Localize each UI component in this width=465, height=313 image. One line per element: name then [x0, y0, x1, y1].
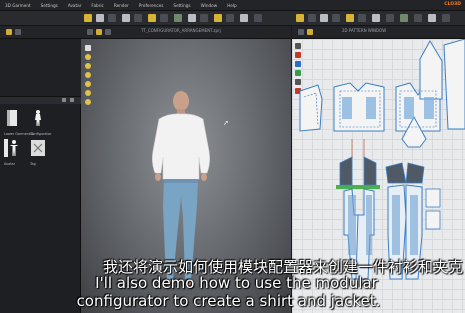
rectangle-tool-icon[interactable]	[320, 14, 328, 22]
move-tool-icon[interactable]	[96, 14, 104, 22]
layer-icon[interactable]	[298, 29, 304, 35]
avatar-icon	[4, 139, 18, 157]
menu-item-render[interactable]: Render	[112, 3, 135, 8]
avatar-icon	[35, 110, 41, 126]
display-icon[interactable]	[307, 29, 313, 35]
close-icon[interactable]	[70, 98, 74, 102]
transform-tool-icon[interactable]	[108, 14, 116, 22]
view-icon[interactable]	[240, 14, 248, 22]
library-item-label: Configurator	[30, 132, 52, 136]
menu-item-fabric[interactable]: Fabric	[89, 3, 109, 8]
render-icon[interactable]	[226, 14, 234, 22]
library-header	[0, 26, 81, 39]
snapshot-icon[interactable]	[200, 14, 208, 22]
arrange-icon[interactable]	[134, 14, 142, 22]
ellipse-tool-icon[interactable]	[332, 14, 340, 22]
viewport2d-tools	[298, 29, 313, 35]
mouse-cursor-icon: ➚	[223, 119, 229, 127]
select-tool-icon[interactable]	[84, 14, 92, 22]
list-view-icon[interactable]	[62, 98, 66, 102]
collar-piece	[419, 40, 443, 100]
display-light-icon[interactable]	[85, 90, 91, 96]
subtitle-overlay: 我还将演示如何使用模块配置器来创建一件衬衫和夹克 I'll also demo …	[0, 256, 465, 313]
display-texture-icon[interactable]	[85, 63, 91, 69]
trace-tool-icon[interactable]	[400, 14, 408, 22]
garment-icon	[7, 110, 17, 126]
simulate-icon[interactable]	[122, 14, 130, 22]
sleeve-piece	[299, 84, 323, 132]
display-stress-icon[interactable]	[85, 81, 91, 87]
pattern-select-icon[interactable]	[296, 14, 304, 22]
library-folder-area	[0, 39, 81, 97]
library-item-label: Avatar	[4, 162, 16, 166]
menu-item-garment[interactable]: 3D Garment	[3, 3, 37, 8]
display-ground-icon[interactable]	[85, 99, 91, 105]
zoom-tool-icon[interactable]	[442, 14, 450, 22]
sewing-tool-icon[interactable]	[346, 14, 354, 22]
view-mode-icon[interactable]	[96, 29, 102, 35]
menu-item-preferences[interactable]: Preferences	[137, 3, 170, 8]
menu-item-settings[interactable]: Settings	[39, 3, 64, 8]
viewport3d-tools	[87, 29, 111, 35]
side-piece	[443, 39, 465, 130]
tag-icon	[31, 140, 45, 156]
viewport2d-header: 2D PATTERN WINDOW	[292, 26, 465, 39]
menu-item-avatar[interactable]: Avatar	[66, 3, 88, 8]
history-icon[interactable]	[87, 29, 93, 35]
viewport3d-title: TT_CONFIGURATOR_ARRANGEMENT.zprj	[141, 28, 221, 33]
library-item-configurator[interactable]: Configurator	[30, 109, 51, 136]
display-avatar-icon[interactable]	[85, 45, 91, 51]
menu-item-help[interactable]: Help	[225, 3, 243, 8]
camera-icon[interactable]	[105, 29, 111, 35]
measure-tool-icon[interactable]	[188, 14, 196, 22]
grade-tool-icon[interactable]	[414, 14, 422, 22]
viewport3d-header: TT_CONFIGURATOR_ARRANGEMENT.zprj	[81, 26, 291, 39]
fold-tool-icon[interactable]	[160, 14, 168, 22]
seam-tool-icon[interactable]	[372, 14, 380, 22]
subtitle-english-line-1: I'll also demo how to use the modular	[95, 274, 378, 292]
library-subheader	[0, 97, 81, 104]
brand-logo: CLO3D	[444, 2, 461, 7]
fabric-tool-icon[interactable]	[174, 14, 182, 22]
menu-item-settings-2[interactable]: Settings	[171, 3, 196, 8]
library-item-label: Tag	[30, 162, 36, 166]
symmetry-tool-icon[interactable]	[428, 14, 436, 22]
menu-item-window[interactable]: Window	[199, 3, 224, 8]
folder-icon[interactable]	[6, 29, 12, 35]
library-tools	[6, 29, 21, 35]
polygon-tool-icon[interactable]	[308, 14, 316, 22]
viewport2d-title: 2D PATTERN WINDOW	[342, 28, 387, 33]
display-garment-icon[interactable]	[85, 54, 91, 60]
main-toolbar	[0, 11, 465, 26]
menu-bar: 3D Garment Settings Avatar Fabric Render…	[0, 0, 465, 11]
back-bodice-piece	[333, 82, 385, 132]
library-item-tag[interactable]: Tag	[30, 139, 46, 166]
avatar-tool-icon[interactable]	[214, 14, 222, 22]
viewport3d-side-tools	[85, 45, 91, 105]
subtitle-english-line-2: configurator to create a shirt and jacke…	[76, 292, 381, 310]
library-item-avatar[interactable]: Avatar	[4, 139, 20, 166]
notch-tool-icon[interactable]	[386, 14, 394, 22]
texture-icon[interactable]	[254, 14, 262, 22]
segment-sewing-icon[interactable]	[358, 14, 366, 22]
pin-tool-icon[interactable]	[148, 14, 156, 22]
grid-icon[interactable]	[15, 29, 21, 35]
display-mesh-icon[interactable]	[85, 72, 91, 78]
